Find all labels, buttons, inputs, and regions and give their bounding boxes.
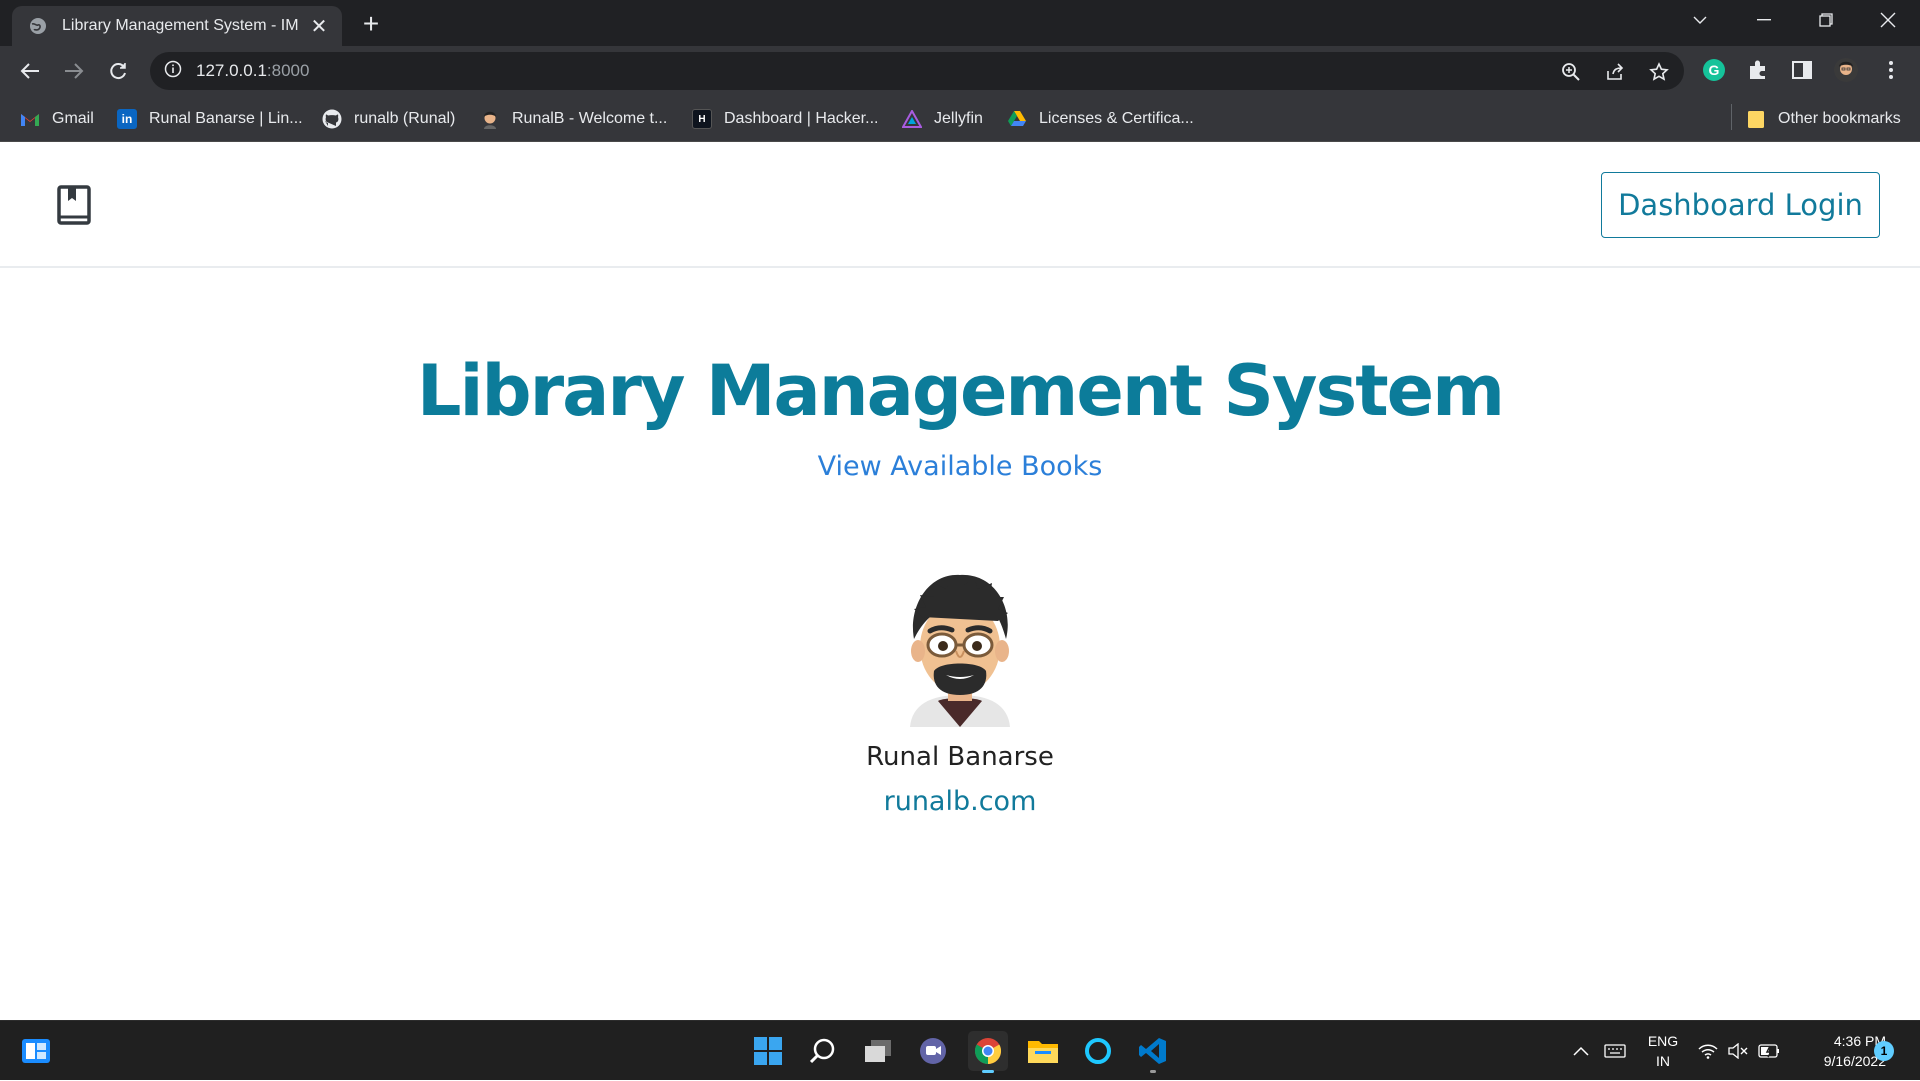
bookmark-gmail[interactable]: Gmail — [20, 106, 94, 132]
globe-icon — [28, 16, 48, 36]
author-avatar — [900, 567, 1020, 727]
bookmark-github[interactable]: runalb (Runal) — [322, 106, 455, 132]
linkedin-icon: in — [117, 109, 137, 129]
volume-muted-icon[interactable] — [1724, 1021, 1752, 1081]
site-navbar: Dashboard Login — [0, 142, 1920, 268]
svg-text:G: G — [1709, 62, 1720, 78]
search-icon[interactable] — [803, 1031, 843, 1071]
avatar-icon — [480, 109, 500, 129]
other-bookmarks[interactable]: Other bookmarks — [1746, 106, 1901, 132]
github-icon — [322, 109, 342, 129]
browser-tab[interactable]: Library Management System - IM ✕ — [12, 6, 342, 46]
tab-title: Library Management System - IM — [62, 17, 299, 34]
battery-icon[interactable] — [1754, 1021, 1784, 1081]
language-indicator[interactable]: ENG IN — [1643, 1031, 1683, 1071]
address-bar[interactable]: 127.0.0.1:8000 — [150, 52, 1684, 90]
bookmark-jellyfin[interactable]: Jellyfin — [902, 106, 983, 132]
close-window-icon[interactable] — [1858, 0, 1918, 40]
side-panel-icon[interactable] — [1789, 57, 1815, 83]
view-available-books-link[interactable]: View Available Books — [0, 451, 1920, 482]
url-text: 127.0.0.1:8000 — [196, 61, 310, 80]
bookmark-hackerrank[interactable]: H Dashboard | Hacker... — [692, 106, 878, 132]
dashboard-login-button[interactable]: Dashboard Login — [1601, 172, 1880, 238]
star-icon[interactable] — [1648, 61, 1670, 83]
chrome-menu-icon[interactable] — [1878, 57, 1904, 83]
start-icon[interactable] — [748, 1031, 788, 1071]
keyboard-icon[interactable] — [1600, 1021, 1630, 1081]
hackerrank-icon: H — [692, 109, 712, 129]
bookmark-book-icon[interactable] — [56, 185, 92, 225]
web-page: Dashboard Login Library Management Syste… — [0, 142, 1920, 1020]
browser-toolbar: 127.0.0.1:8000 G — [0, 46, 1920, 96]
bookmark-linkedin[interactable]: in Runal Banarse | Lin... — [117, 106, 303, 132]
bookmarks-separator — [1731, 104, 1732, 130]
cortana-icon[interactable] — [1078, 1031, 1118, 1071]
file-explorer-icon[interactable] — [1023, 1031, 1063, 1071]
back-icon[interactable] — [15, 56, 45, 86]
chevron-up-icon[interactable] — [1566, 1021, 1596, 1081]
extensions-icon[interactable] — [1745, 57, 1771, 83]
forward-icon[interactable] — [59, 56, 89, 86]
new-tab-button[interactable]: + — [356, 10, 386, 40]
profile-avatar-icon[interactable] — [1833, 57, 1859, 83]
info-icon[interactable] — [164, 60, 182, 83]
bookmarks-bar: Gmail in Runal Banarse | Lin... runalb (… — [0, 96, 1920, 142]
bookmark-runalb[interactable]: RunalB - Welcome t... — [480, 106, 667, 132]
zoom-icon[interactable] — [1560, 61, 1582, 83]
restore-icon[interactable] — [1796, 0, 1856, 40]
task-view-icon[interactable] — [858, 1031, 898, 1071]
author-site-link[interactable]: runalb.com — [0, 786, 1920, 817]
wifi-icon[interactable] — [1694, 1021, 1722, 1081]
notification-badge[interactable]: 1 — [1874, 1041, 1894, 1061]
minimize-icon[interactable] — [1734, 0, 1794, 40]
widgets-icon[interactable] — [16, 1031, 56, 1071]
reload-icon[interactable] — [103, 56, 133, 86]
folder-icon — [1746, 109, 1766, 129]
gmail-icon — [20, 109, 40, 129]
tab-close-icon[interactable]: ✕ — [308, 14, 330, 39]
tab-search-icon[interactable] — [1670, 0, 1730, 40]
author-name: Runal Banarse — [866, 742, 1054, 772]
grammarly-icon[interactable]: G — [1701, 57, 1727, 83]
bookmark-google-drive[interactable]: Licenses & Certifica... — [1007, 106, 1194, 132]
vscode-icon[interactable] — [1133, 1031, 1173, 1073]
jellyfin-icon — [902, 109, 922, 129]
system-clock[interactable]: 4:36 PM 9/16/2022 — [1790, 1031, 1886, 1071]
teams-chat-icon[interactable] — [913, 1031, 953, 1071]
taskbar: ENG IN 4:36 PM 9/16/2022 1 — [0, 1020, 1920, 1080]
browser-titlebar: Library Management System - IM ✕ + — [0, 0, 1920, 46]
share-icon[interactable] — [1604, 61, 1626, 83]
page-title: Library Management System — [416, 350, 1505, 432]
chrome-taskbar-icon[interactable] — [968, 1031, 1008, 1073]
google-drive-icon — [1007, 109, 1027, 129]
